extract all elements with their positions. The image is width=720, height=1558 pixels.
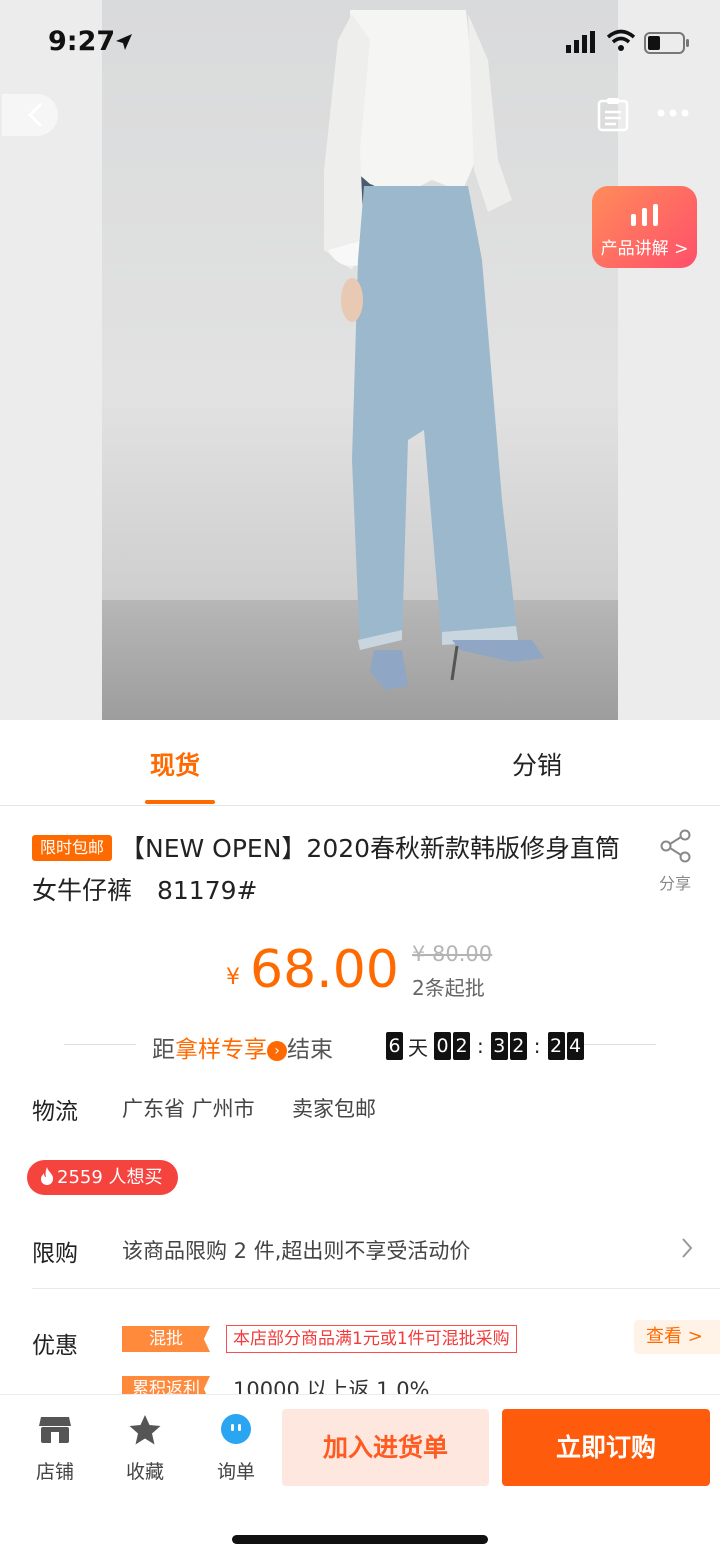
discount-label: 优惠: [32, 1333, 78, 1359]
timer-hours-tens: 0: [434, 1032, 451, 1060]
timer-days: 6: [386, 1032, 403, 1060]
share-icon[interactable]: [658, 828, 694, 864]
tab-active-indicator: [145, 800, 215, 804]
battery-icon: [644, 32, 689, 54]
product-title: 【NEW OPEN】2020春秋新款韩版修身直筒女牛仔裤 81179#: [32, 834, 621, 905]
inquiry-button[interactable]: 询单: [206, 1411, 266, 1484]
bar-chart-icon: [631, 204, 658, 226]
shop-button[interactable]: 店铺: [25, 1411, 85, 1484]
timer-separator: :: [533, 1034, 541, 1058]
countdown-event: 拿样专享: [175, 1037, 267, 1063]
add-to-cart-button[interactable]: 加入进货单: [282, 1409, 489, 1486]
mix-batch-tag: 混批: [122, 1326, 210, 1352]
price-currency: ¥: [226, 965, 240, 990]
tab-bar: 现货 分销: [0, 720, 720, 806]
hot-count: 2559 人想买: [57, 1167, 163, 1188]
timer-seconds-tens: 2: [547, 1032, 565, 1060]
timer-hours-ones: 2: [453, 1032, 470, 1060]
share-label[interactable]: 分享: [659, 870, 691, 894]
minimum-order: 2条起批: [412, 976, 485, 1000]
tab-distribution[interactable]: 分销: [512, 746, 562, 782]
status-bar: 9:27: [0, 0, 720, 86]
chevron-right-icon[interactable]: [680, 1236, 694, 1260]
price-value: 68.00: [250, 940, 399, 1000]
shop-icon: [39, 1417, 71, 1443]
back-button[interactable]: [2, 94, 58, 136]
divider-line: [584, 1044, 656, 1045]
timer-day-unit: 天: [408, 1035, 428, 1060]
logistics-origin: 广东省 广州市: [122, 1097, 255, 1121]
status-time: 9:27: [48, 26, 116, 57]
divider-line: [64, 1044, 136, 1045]
buy-now-button[interactable]: 立即订购: [502, 1409, 710, 1486]
product-photo[interactable]: [102, 0, 618, 720]
tab-in-stock[interactable]: 现货: [150, 746, 200, 782]
see-more-button[interactable]: 查看 >: [634, 1320, 720, 1354]
chevron-right-icon: ›: [267, 1041, 287, 1061]
shop-label: 店铺: [35, 1461, 74, 1483]
logistics-label: 物流: [32, 1099, 78, 1125]
flame-icon: [41, 1167, 54, 1185]
chevron-left-icon: [27, 103, 42, 127]
favorite-button[interactable]: 收藏: [115, 1411, 175, 1484]
clipboard-icon[interactable]: [596, 96, 630, 132]
signal-icon: [566, 31, 595, 53]
mix-batch-desc: 本店部分商品满1元或1件可混批采购: [226, 1325, 517, 1353]
favorite-label: 收藏: [125, 1461, 164, 1483]
product-explain-button[interactable]: 产品讲解 >: [592, 186, 697, 268]
timer-separator: :: [477, 1034, 484, 1058]
limit-label: 限购: [32, 1241, 78, 1267]
timer-minutes-ones: 2: [509, 1032, 527, 1060]
location-arrow-icon: [116, 34, 132, 50]
star-icon: [129, 1415, 161, 1445]
product-title-block: 限时包邮 【NEW OPEN】2020春秋新款韩版修身直筒女牛仔裤 81179#: [32, 828, 632, 912]
product-image-gallery[interactable]: 9:27 产品讲解 >: [0, 0, 720, 720]
product-explain-label: 产品讲解 >: [600, 239, 689, 259]
timer-minutes-tens: 3: [490, 1032, 508, 1060]
wifi-icon: [606, 29, 636, 51]
timer-seconds-ones: 4: [566, 1032, 584, 1060]
logistics-shipping: 卖家包邮: [292, 1097, 376, 1121]
hot-badge: 2559 人想买: [27, 1160, 178, 1195]
home-indicator: [232, 1535, 488, 1544]
bottom-action-bar: 店铺 收藏 询单 加入进货单 立即订购: [0, 1394, 720, 1558]
countdown-label: 距拿样专享 › 结束: [152, 1030, 333, 1064]
chat-icon: [221, 1414, 251, 1444]
countdown-timer: 6 天 0 2 : 3 2 : 2 4: [386, 1031, 586, 1061]
inquiry-label: 询单: [216, 1461, 255, 1483]
promo-badge: 限时包邮: [32, 835, 113, 861]
countdown-prefix: 距: [152, 1037, 175, 1063]
original-price: ¥ 80.00: [412, 942, 493, 966]
limit-text[interactable]: 该商品限购 2 件,超出则不享受活动价: [122, 1235, 470, 1265]
more-icon[interactable]: [656, 106, 690, 120]
countdown-suffix: 结束: [287, 1037, 333, 1063]
section-divider: [32, 1288, 720, 1289]
model-figure: [324, 10, 544, 690]
